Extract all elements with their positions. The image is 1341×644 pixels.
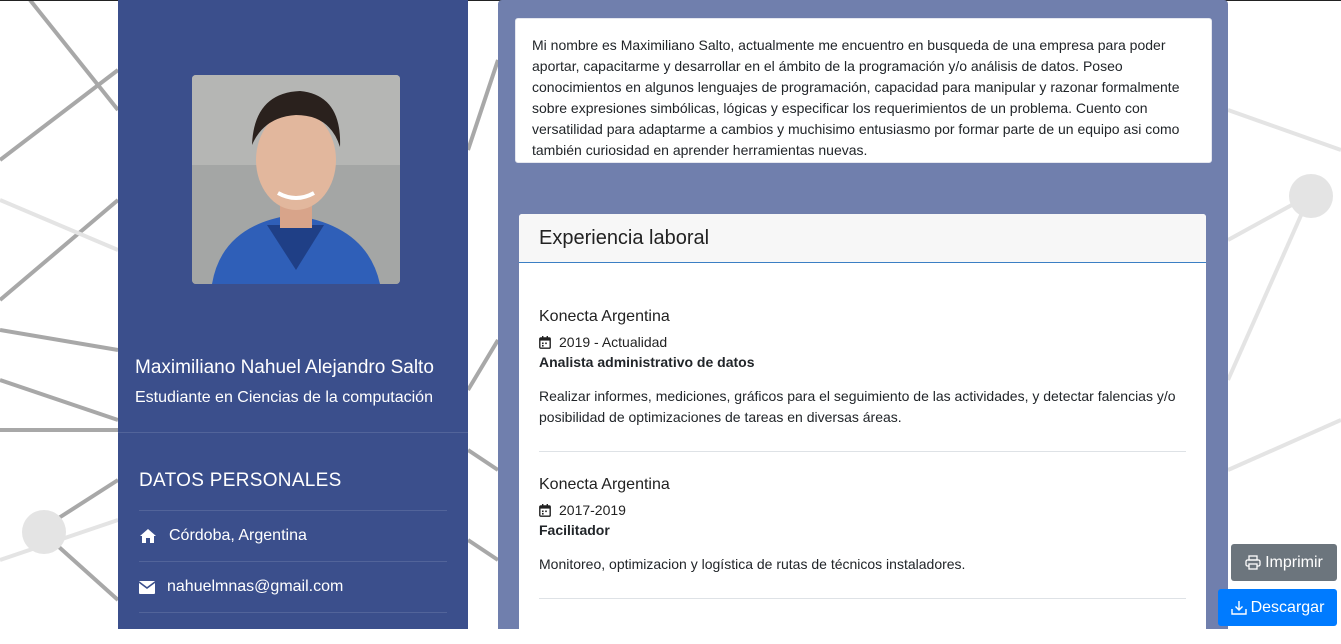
job-role: Facilitador — [539, 522, 610, 538]
job-item: Konecta Argentina 2019 - Actualidad Anal… — [539, 308, 1186, 428]
experience-card: Experiencia laboral Konecta Argentina 20… — [519, 214, 1206, 644]
personal-data-heading: DATOS PERSONALES — [139, 470, 342, 491]
profile-subtitle: Estudiante en Ciencias de la computación — [135, 389, 433, 406]
sidebar-divider — [118, 432, 468, 433]
profile-sidebar: Maximiliano Nahuel Alejandro Salto Estud… — [118, 0, 468, 629]
download-button[interactable]: Descargar — [1218, 589, 1337, 626]
email-row: nahuelmnas@gmail.com — [139, 561, 447, 612]
job-period: 2019 - Actualidad — [539, 334, 1186, 350]
email-link[interactable]: nahuelmnas@gmail.com — [167, 578, 343, 596]
main-panel: Mi nombre es Maximiliano Salto, actualme… — [498, 0, 1228, 644]
job-company: Konecta Argentina — [539, 308, 670, 325]
job-period-text: 2019 - Actualidad — [559, 334, 668, 350]
profile-name: Maximiliano Nahuel Alejandro Salto — [135, 357, 434, 378]
home-icon — [139, 527, 157, 545]
info-row-divider — [139, 612, 447, 630]
job-divider — [539, 451, 1186, 452]
avatar — [192, 75, 400, 284]
calendar-icon — [539, 335, 551, 349]
job-company: Konecta Argentina — [539, 476, 670, 493]
download-label: Descargar — [1250, 598, 1325, 616]
calendar-icon — [539, 503, 551, 517]
print-button[interactable]: Imprimir — [1231, 544, 1337, 581]
job-description: Realizar informes, mediciones, gráficos … — [539, 388, 1176, 425]
job-divider — [539, 598, 1186, 599]
experience-heading: Experiencia laboral — [519, 214, 1206, 263]
about-text: Mi nombre es Maximiliano Salto, actualme… — [532, 37, 1180, 158]
job-item: Konecta Argentina 2017-2019 Facilitador … — [539, 476, 1186, 575]
job-role: Analista administrativo de datos — [539, 354, 755, 370]
location-row: Córdoba, Argentina — [139, 510, 447, 561]
envelope-icon — [139, 578, 155, 596]
download-icon — [1230, 600, 1247, 615]
job-period-text: 2017-2019 — [559, 502, 626, 518]
profile-photo — [192, 75, 400, 284]
printer-icon — [1245, 555, 1261, 570]
location-text: Córdoba, Argentina — [169, 527, 307, 544]
about-card: Mi nombre es Maximiliano Salto, actualme… — [515, 18, 1212, 163]
print-label: Imprimir — [1265, 553, 1323, 571]
job-description: Monitoreo, optimizacion y logística de r… — [539, 556, 966, 572]
job-period: 2017-2019 — [539, 502, 1186, 518]
